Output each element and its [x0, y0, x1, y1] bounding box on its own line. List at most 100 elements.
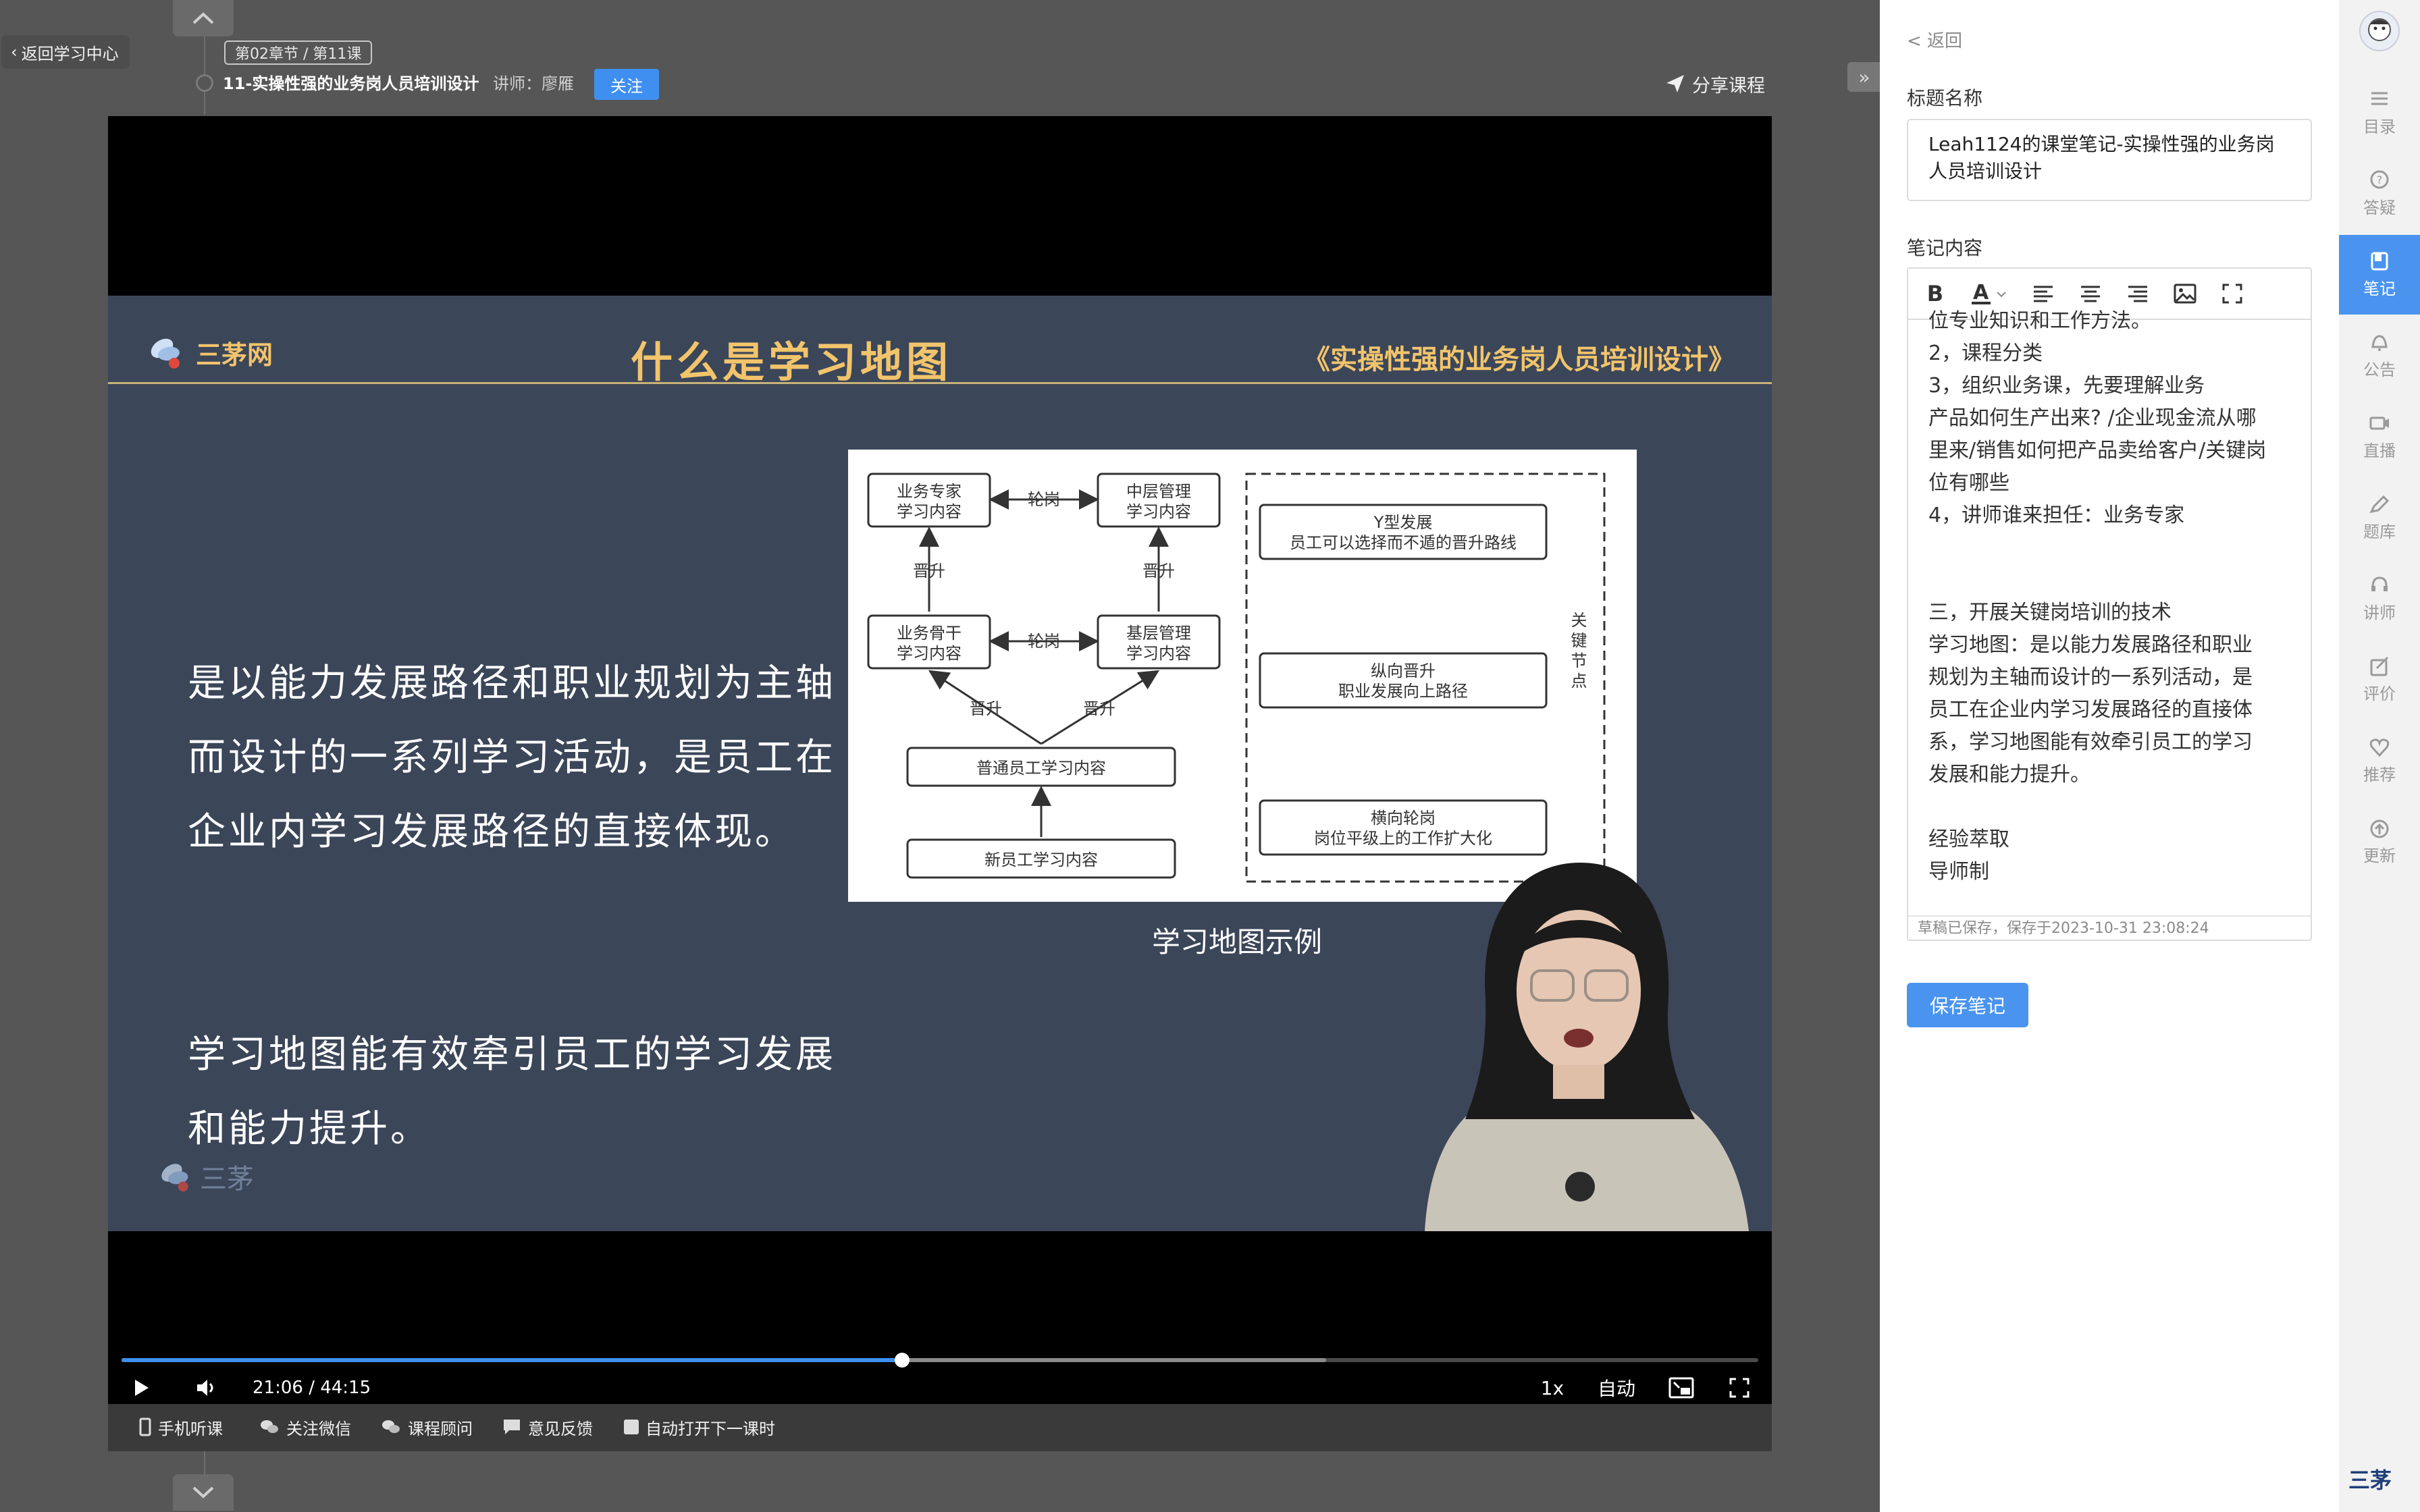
learning-map-diagram: 业务专家 学习内容 中层管理 学习内容 业务骨干 学习内容 基层管理 学习内容 … — [848, 450, 1637, 902]
instructor-video — [1425, 863, 1749, 1231]
sidebar-item-label: 题库 — [2363, 522, 2396, 541]
back-to-learning-center-button[interactable]: ‹ 返回学习中心 — [1, 35, 130, 69]
align-center-button[interactable] — [2077, 280, 2104, 307]
double-chevron-right-icon: » — [1858, 65, 1870, 88]
volume-button[interactable] — [192, 1373, 221, 1403]
follow-wechat-button[interactable]: 关注微信 — [259, 1413, 351, 1440]
volume-icon — [197, 1380, 213, 1396]
note-title-input[interactable]: Leah1124的课堂笔记-实操性强的业务岗人员培训设计 — [1907, 119, 2312, 201]
update-icon — [2370, 819, 2389, 838]
timeline-dot — [196, 74, 213, 92]
bold-button[interactable]: B — [1922, 280, 1949, 307]
avatar-icon — [2368, 18, 2391, 41]
sidebar-item-label: 讲师 — [2363, 603, 2396, 622]
align-right-button[interactable] — [2124, 280, 2151, 307]
box-base-l1: 基层管理 — [1126, 624, 1191, 643]
note-line: 3，组织业务课，先要理解业务 — [1928, 374, 2205, 398]
sidebar-item-note[interactable]: 笔记 — [2339, 235, 2420, 315]
promote-label-bl: 晋升 — [970, 699, 1002, 718]
sidebar-item-question[interactable]: ? 答疑 — [2339, 154, 2420, 234]
box-horizontal-l1: 横向轮岗 — [1371, 809, 1436, 828]
speed-button[interactable]: 1x — [1535, 1373, 1569, 1403]
chevron-left-icon: ‹ — [11, 43, 18, 61]
note-line — [1928, 532, 2290, 564]
corner-logo: 三茅 — [2348, 1467, 2392, 1493]
edit-icon — [2369, 495, 2390, 513]
chapter-badge: 第02章节 / 第11课 — [224, 40, 373, 65]
draft-status: 草稿已保存，保存于2023-10-31 23:08:24 — [1908, 915, 2311, 940]
previous-lesson-button[interactable] — [173, 0, 234, 36]
sidebar-item-live[interactable]: 直播 — [2339, 397, 2420, 477]
sanmao-logo-small-icon — [161, 1164, 188, 1192]
wechat-icon — [261, 1420, 278, 1433]
box-backbone-l1: 业务骨干 — [897, 624, 962, 643]
play-button[interactable] — [128, 1373, 155, 1403]
note-line: 导师制 — [1928, 860, 1989, 884]
font-color-button[interactable]: A — [1969, 280, 2009, 307]
promote-label-right: 晋升 — [1142, 562, 1175, 580]
sidebar-item-rate[interactable]: 评价 — [2339, 640, 2420, 720]
note-content-area[interactable]: 位专业知识和工作方法。 2，课程分类 3，组织业务课，先要理解业务 产品如何生产出来?… — [1908, 305, 2311, 906]
rotate-label-top: 轮岗 — [1028, 490, 1060, 509]
align-right-icon — [2128, 286, 2147, 302]
timeline-line-bottom — [204, 1451, 205, 1474]
insert-image-button[interactable] — [2172, 280, 2199, 307]
quality-button[interactable]: 自动 — [1595, 1373, 1638, 1403]
sidebar-item-bell[interactable]: 公告 — [2339, 316, 2420, 396]
title-field-label: 标题名称 — [1907, 87, 1983, 109]
align-left-button[interactable] — [2030, 280, 2057, 307]
feedback-label: 意见反馈 — [528, 1419, 593, 1438]
note-line: 4，讲师谁来担任：业务专家 — [1928, 504, 2185, 527]
box-middle-l2: 学习内容 — [1126, 502, 1191, 521]
sidebar-item-update[interactable]: 更新 — [2339, 802, 2420, 882]
course-advisor-button[interactable]: 课程顾问 — [381, 1413, 473, 1440]
align-left-icon — [2034, 286, 2053, 302]
follow-button[interactable]: 关注 — [594, 69, 659, 100]
editor-fullscreen-button[interactable] — [2219, 280, 2246, 307]
note-icon — [2371, 252, 2388, 270]
note-line: 产品如何生产出来? /企业现金流从哪 — [1928, 406, 2257, 430]
fullscreen-button[interactable] — [1725, 1373, 1754, 1403]
sidebar-item-list[interactable]: 目录 — [2339, 73, 2420, 153]
save-note-button[interactable]: 保存笔记 — [1907, 983, 2028, 1027]
slide-logo-text: 三茅网 — [196, 340, 273, 370]
next-lesson-button[interactable] — [173, 1474, 234, 1511]
sidebar-item-label: 答疑 — [2363, 198, 2396, 217]
playback-time: 21:06 / 44:15 — [253, 1378, 371, 1398]
note-line: 系，学习地图能有效牵引员工的学习 — [1928, 730, 2253, 754]
slide-paragraph-2: 学习地图能有效牵引员工的学习发展和能力提升。 — [188, 1033, 836, 1151]
rate-icon — [2370, 656, 2389, 676]
user-avatar[interactable] — [2359, 11, 2400, 51]
promote-label-br: 晋升 — [1083, 699, 1115, 718]
sidebar-item-edit[interactable]: 题库 — [2339, 478, 2420, 558]
fullscreen-icon — [1729, 1378, 1750, 1398]
sidebar-item-teacher[interactable]: 讲师 — [2339, 559, 2420, 639]
slide-watermark-text: 三茅 — [200, 1164, 254, 1195]
feedback-button[interactable]: 意见反馈 — [502, 1413, 593, 1440]
slide-logo: 三茅网 — [146, 333, 273, 371]
picture-in-picture-button[interactable] — [1666, 1373, 1696, 1403]
expand-icon — [2222, 284, 2242, 304]
panel-back-link[interactable]: < 返回 — [1907, 27, 1962, 52]
font-color-icon: A — [1972, 281, 2006, 304]
slide-watermark: 三茅 — [157, 1157, 254, 1196]
sanmao-logo-icon — [151, 338, 180, 369]
auto-next-checkbox[interactable]: 自动打开下一课时 — [624, 1413, 775, 1440]
follow-wechat-label: 关注微信 — [286, 1419, 351, 1438]
chat-icon — [382, 1420, 400, 1433]
share-label: 分享课程 — [1692, 75, 1765, 97]
sidebar-item-heart[interactable]: 推荐 — [2339, 721, 2420, 801]
box-expert-l2: 学习内容 — [897, 502, 962, 521]
share-course-button[interactable]: 分享课程 — [1665, 70, 1765, 97]
phone-icon — [139, 1418, 151, 1436]
box-vertical-l2: 职业发展向上路径 — [1338, 682, 1468, 701]
box-ydev-l1: Y型发展 — [1373, 513, 1433, 532]
image-icon — [2174, 284, 2197, 304]
progress-played — [122, 1358, 903, 1362]
note-line: 经验萃取 — [1928, 828, 2009, 851]
teacher-icon — [2371, 576, 2388, 591]
rotate-label-mid: 轮岗 — [1028, 632, 1060, 651]
collapse-panel-button[interactable]: » — [1847, 62, 1881, 92]
mobile-listen-button[interactable]: 手机听课 — [139, 1413, 223, 1440]
note-line: 三，开展关键岗培训的技术 — [1928, 601, 2172, 624]
